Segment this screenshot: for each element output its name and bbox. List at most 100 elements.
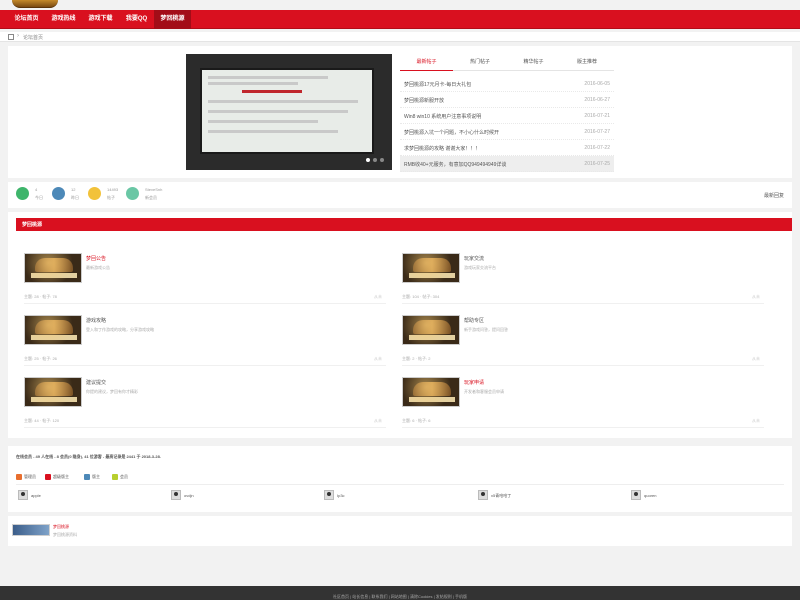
stat-icon [126,187,139,200]
post-tabs: 最新帖子 热门帖子 精华帖子 版主推荐 [400,54,614,71]
user-name[interactable]: quoren [644,493,656,498]
legend-swatch [16,474,22,480]
divider [24,427,386,428]
tab-item[interactable]: 精华帖子 [507,54,560,71]
friend-link-desc: 梦回桃源资料 [53,532,77,537]
post-row[interactable]: Win8 win10 系统用户注意事项说明 2016-07-21 [400,108,614,124]
friend-link-logo[interactable] [12,524,50,536]
forum-item[interactable]: 玩家申请 开发者和客服会员申请 主题: 6 · 帖子: 6 从未 [402,377,764,435]
forum-item[interactable]: 玩家交流游戏玩家交流平台主题: 104 · 帖子: 304 从未 [402,253,764,311]
friend-link-name[interactable]: 梦回桃源 [53,524,69,530]
footer-links[interactable]: 社区首页 | 站长信息 | 联系我们 | 网站地图 | 清除Cookies | … [0,594,800,600]
legend-item: 版主 [84,474,100,480]
forum-name[interactable]: 建议提交 [86,379,106,386]
user-name[interactable]: Ip3c [337,493,345,498]
forum-counts: 主题: 104 · 帖子: 304 [402,294,440,299]
forum-description: 最新游戏公告 [86,265,110,270]
nav-item-hotline[interactable]: 游戏热线 [45,10,82,29]
forum-thumbnail[interactable] [402,377,460,407]
user-name[interactable]: x5青哈哈丁 [491,493,511,499]
stat-icon [88,187,101,200]
slider-dot[interactable] [380,158,384,162]
forum-latest[interactable]: 从未 [752,294,760,300]
tab-item[interactable]: 热门帖子 [454,54,507,71]
forum-item[interactable]: 梦回公告最新游戏公告主题: 28 · 帖子: 78 从未 [24,253,386,311]
thumb-glow [403,254,459,282]
user-name[interactable]: ovdjn [184,493,194,498]
forum-thumbnail[interactable] [402,315,460,345]
post-title[interactable]: Win8 win10 系统用户注意事项说明 [404,113,481,120]
nav-item-home[interactable]: 论坛首页 [8,10,45,29]
forum-latest[interactable]: 从未 [752,418,760,424]
post-date: 2016-06-05 [584,81,610,87]
legend-label: 版主 [92,474,100,480]
featured-slide-image[interactable] [186,54,392,170]
legend-label: 管理员 [24,474,36,480]
post-title[interactable]: 梦回桃源入坑一个问题，不小心什么时候开 [404,129,499,136]
post-title[interactable]: 求梦回桃源的攻略 谢谢大家！！！ [404,145,480,152]
slide-line [208,130,338,133]
avatar[interactable] [18,490,28,500]
forum-name[interactable]: 梦回公告 [86,255,106,262]
top-bar [0,0,800,10]
tab-item[interactable]: 最新帖子 [400,54,453,71]
forum-latest[interactable]: 从未 [752,356,760,362]
forum-latest[interactable]: 从未 [374,356,382,362]
site-logo[interactable] [12,0,58,8]
forum-name[interactable]: 玩家交流 [464,255,484,262]
slide-monitor [200,68,374,154]
forum-item[interactable]: 建议提交 你提的建议，梦回有你才精彩 主题: 44 · 帖子: 120 从未 [24,377,386,435]
post-row[interactable]: 求梦回桃源的攻略 谢谢大家！！！ 2016-07-22 [400,140,614,156]
breadcrumb: › 论坛首页 [0,32,800,42]
legend-swatch [45,474,51,480]
forum-thumbnail[interactable] [24,377,82,407]
forum-name[interactable]: 玩家申请 [464,379,484,386]
forum-thumbnail[interactable] [24,315,82,345]
post-title[interactable]: 梦回桃源17元月卡-每日大礼包 [404,81,471,88]
stat-label: 昨日 [71,195,79,200]
post-date: 2016-07-21 [584,113,610,119]
post-row[interactable]: 梦回桃源17元月卡-每日大礼包 2016-06-05 [400,76,614,92]
slider-dot[interactable] [366,158,370,162]
forum-name[interactable]: 帮助专区 [464,317,484,324]
forum-item[interactable]: 游戏攻略 登入和丁作游戏的攻略，分享游戏攻略 主题: 25 · 帖子: 26 从未 [24,315,386,373]
stat-number: 14493 [107,187,119,192]
post-row[interactable]: 梦回桃源新服开放 2016-06-27 [400,92,614,108]
avatar[interactable] [171,490,181,500]
avatar[interactable] [324,490,334,500]
thumb-glow [403,378,459,406]
user-name[interactable]: apple [31,493,41,498]
forum-counts: 主题: 28 · 帖子: 78 [24,294,57,299]
latest-replies-link[interactable]: 最新回复 [764,192,784,199]
tab-item[interactable]: 版主推荐 [561,54,614,71]
post-row[interactable]: RMB收40+元服务，有意加QQ949494949详谈 2016-07-25 [400,156,614,172]
forum-description: 游戏玩家交流平台 [464,265,496,270]
forum-counts: 主题: 44 · 帖子: 120 [24,418,60,423]
nav-item-download[interactable]: 游戏下载 [82,10,119,29]
forum-description: 新手游戏问答，提问回答 [464,327,508,332]
nav-item-forum[interactable]: 梦回桃源 [154,10,191,29]
forum-item[interactable]: 帮助专区 新手游戏问答，提问回答 主题: 2 · 帖子: 2 从未 [402,315,764,373]
slider-dot[interactable] [373,158,377,162]
post-title[interactable]: 梦回桃源新服开放 [404,97,444,104]
post-row[interactable]: 梦回桃源入坑一个问题，不小心什么时候开 2016-07-27 [400,124,614,140]
forum-description: 开发者和客服会员申请 [464,389,504,394]
slider-dots[interactable] [363,158,384,164]
home-icon[interactable] [8,34,14,40]
forum-latest[interactable]: 从未 [374,418,382,424]
section-title[interactable]: 梦回桃源 [22,221,42,228]
forum-thumbnail[interactable] [402,253,460,283]
post-title[interactable]: RMB收40+元服务，有意加QQ949494949详谈 [404,161,506,168]
avatar[interactable] [478,490,488,500]
legend-item: 管理员 [16,474,36,480]
legend-label: 超级版主 [53,474,69,480]
breadcrumb-separator: › [17,33,19,39]
divider [24,365,386,366]
avatar[interactable] [631,490,641,500]
slide-line [208,82,298,85]
forum-latest[interactable]: 从未 [374,294,382,300]
breadcrumb-current[interactable]: 论坛首页 [23,34,43,41]
forum-name[interactable]: 游戏攻略 [86,317,106,324]
forum-thumbnail[interactable] [24,253,82,283]
nav-item-qq[interactable]: 我要QQ [119,10,154,29]
